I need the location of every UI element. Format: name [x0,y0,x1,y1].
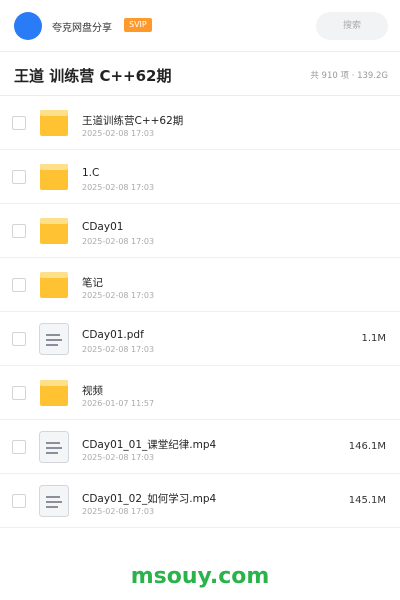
avatar[interactable] [14,12,42,40]
document-icon [39,323,69,355]
row-checkbox[interactable] [12,116,26,130]
folder-icon [40,272,68,298]
folder-icon [40,110,68,136]
list-item[interactable]: CDay01.pdf 2025-02-08 17:03 1.1M [0,312,400,366]
folder-summary: 共 910 项 · 139.2G [310,71,388,81]
list-item[interactable]: CDay01_01_课堂纪律.mp4 2025-02-08 17:03 146.… [0,420,400,474]
file-name: 笔记 [82,277,103,289]
file-name: CDay01_02_如何学习.mp4 [82,493,217,505]
list-item[interactable]: 视频 2026-01-07 11:57 [0,366,400,420]
list-item[interactable]: 1.C 2025-02-08 17:03 [0,150,400,204]
vip-badge: SVIP [124,18,152,32]
folder-header: 王道 训练营 C++62期 共 910 项 · 139.2G [0,52,400,96]
list-item[interactable]: 王道训练营C++62期 2025-02-08 17:03 [0,96,400,150]
file-date: 2025-02-08 17:03 [82,129,155,138]
file-size: 1.1M [361,333,386,344]
page-title: 王道 训练营 C++62期 [14,67,172,85]
row-checkbox[interactable] [12,332,26,346]
file-size: 145.1M [348,495,386,506]
row-checkbox[interactable] [12,224,26,238]
file-list: 王道训练营C++62期 2025-02-08 17:03 1.C 2025-02… [0,96,400,548]
file-date: 2025-02-08 17:03 [82,183,155,192]
watermark: msouy.com [130,564,270,589]
folder-icon [40,380,68,406]
file-date: 2025-02-08 17:03 [82,345,155,354]
file-size: 146.1M [348,441,386,452]
document-icon [39,431,69,463]
file-name: CDay01 [82,221,124,233]
file-name: 1.C [82,167,100,179]
row-checkbox[interactable] [12,278,26,292]
file-name: CDay01.pdf [82,329,144,341]
folder-icon [40,164,68,190]
file-date: 2025-02-08 17:03 [82,507,155,516]
app-name: 夸克网盘分享 [52,23,112,34]
row-checkbox[interactable] [12,494,26,508]
top-bar: 夸克网盘分享 SVIP 搜索 [0,0,400,52]
row-checkbox[interactable] [12,170,26,184]
file-date: 2025-02-08 17:03 [82,291,155,300]
list-item[interactable]: CDay01 2025-02-08 17:03 [0,204,400,258]
row-checkbox[interactable] [12,386,26,400]
folder-icon [40,218,68,244]
document-icon [39,485,69,517]
file-name: 王道训练营C++62期 [82,115,184,127]
file-name: 视频 [82,385,103,397]
file-date: 2026-01-07 11:57 [82,399,155,408]
list-item[interactable]: 笔记 2025-02-08 17:03 [0,258,400,312]
list-item[interactable]: CDay01_02_如何学习.mp4 2025-02-08 17:03 145.… [0,474,400,528]
search-input[interactable]: 搜索 [316,12,388,40]
file-date: 2025-02-08 17:03 [82,237,155,246]
file-name: CDay01_01_课堂纪律.mp4 [82,439,217,451]
file-date: 2025-02-08 17:03 [82,453,155,462]
row-checkbox[interactable] [12,440,26,454]
